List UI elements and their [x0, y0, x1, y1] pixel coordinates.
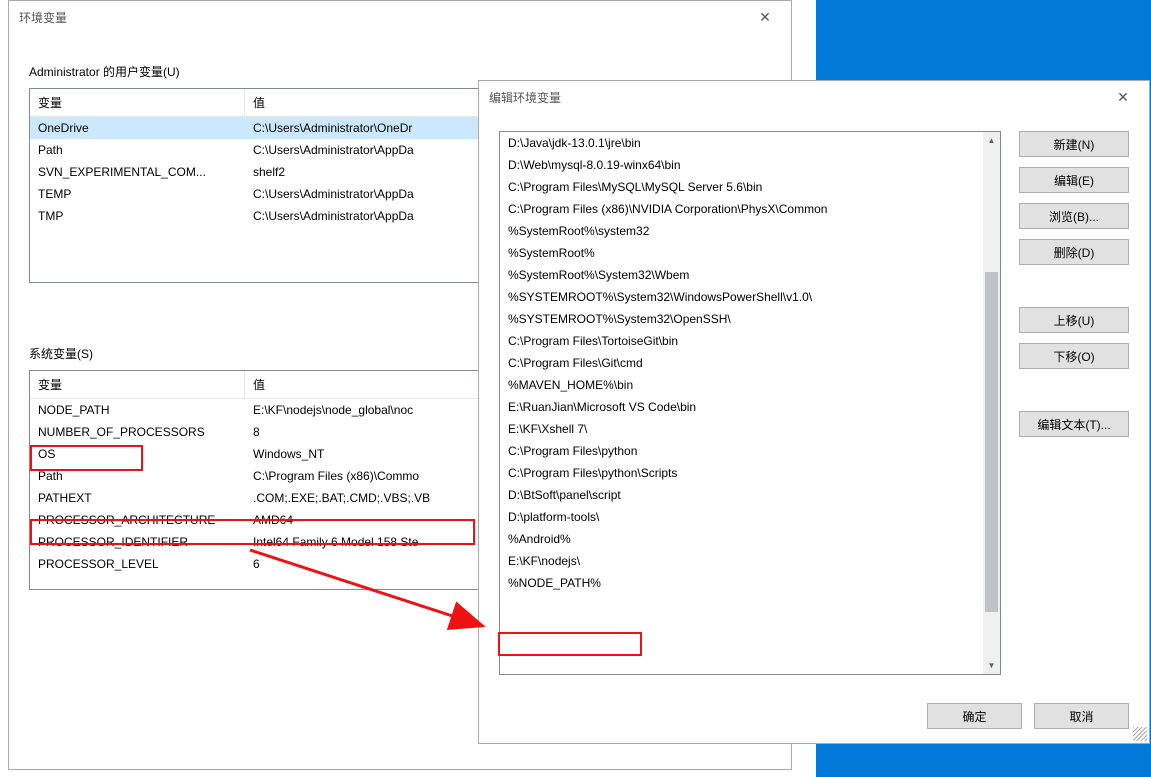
delete-button[interactable]: 删除(D) — [1019, 239, 1129, 265]
list-item[interactable]: %NODE_PATH% — [500, 572, 983, 594]
list-item[interactable]: D:\Java\jdk-13.0.1\jre\bin — [500, 132, 983, 154]
var-name: PROCESSOR_IDENTIFIER — [30, 531, 245, 553]
list-item[interactable]: %SystemRoot%\system32 — [500, 220, 983, 242]
list-item[interactable]: E:\KF\Xshell 7\ — [500, 418, 983, 440]
var-name: Path — [30, 139, 245, 161]
var-name: OneDrive — [30, 117, 245, 139]
env-titlebar[interactable]: 环境变量 ✕ — [9, 1, 791, 33]
list-item[interactable]: E:\RuanJian\Microsoft VS Code\bin — [500, 396, 983, 418]
close-icon[interactable]: ✕ — [749, 1, 781, 33]
var-name: SVN_EXPERIMENTAL_COM... — [30, 161, 245, 183]
list-item[interactable]: C:\Program Files\python\Scripts — [500, 462, 983, 484]
list-item[interactable]: %SYSTEMROOT%\System32\WindowsPowerShell\… — [500, 286, 983, 308]
list-item[interactable]: D:\platform-tools\ — [500, 506, 983, 528]
col-header-var[interactable]: 变量 — [30, 371, 245, 398]
var-name: TEMP — [30, 183, 245, 205]
env-title: 环境变量 — [19, 9, 67, 26]
ok-button[interactable]: 确定 — [927, 703, 1022, 729]
var-name: NODE_PATH — [30, 399, 245, 421]
scroll-up-icon[interactable]: ▲ — [983, 132, 1000, 149]
resize-grip-icon[interactable] — [1133, 727, 1147, 741]
edit-button[interactable]: 编辑(E) — [1019, 167, 1129, 193]
list-item[interactable]: %SystemRoot% — [500, 242, 983, 264]
list-item[interactable]: E:\KF\nodejs\ — [500, 550, 983, 572]
edit-text-button[interactable]: 编辑文本(T)... — [1019, 411, 1129, 437]
var-name: Path — [30, 465, 245, 487]
var-name: PATHEXT — [30, 487, 245, 509]
list-item[interactable]: C:\Program Files\MySQL\MySQL Server 5.6\… — [500, 176, 983, 198]
new-button[interactable]: 新建(N) — [1019, 131, 1129, 157]
edit-env-var-window: 编辑环境变量 ✕ D:\Java\jdk-13.0.1\jre\binD:\We… — [478, 80, 1150, 744]
col-header-var[interactable]: 变量 — [30, 89, 245, 116]
cancel-button[interactable]: 取消 — [1034, 703, 1129, 729]
edit-titlebar[interactable]: 编辑环境变量 ✕ — [479, 81, 1149, 113]
var-name: PROCESSOR_LEVEL — [30, 553, 245, 575]
user-vars-label: Administrator 的用户变量(U) — [29, 63, 771, 80]
scroll-thumb[interactable] — [985, 272, 998, 612]
list-item[interactable]: %Android% — [500, 528, 983, 550]
list-item[interactable]: %MAVEN_HOME%\bin — [500, 374, 983, 396]
edit-title: 编辑环境变量 — [489, 89, 561, 106]
list-item[interactable]: C:\Program Files (x86)\NVIDIA Corporatio… — [500, 198, 983, 220]
var-name: PROCESSOR_ARCHITECTURE — [30, 509, 245, 531]
move-up-button[interactable]: 上移(U) — [1019, 307, 1129, 333]
list-item[interactable]: C:\Program Files\TortoiseGit\bin — [500, 330, 983, 352]
scrollbar[interactable]: ▲ ▼ — [983, 132, 1000, 674]
list-item[interactable]: %SYSTEMROOT%\System32\OpenSSH\ — [500, 308, 983, 330]
var-name: NUMBER_OF_PROCESSORS — [30, 421, 245, 443]
scroll-down-icon[interactable]: ▼ — [983, 657, 1000, 674]
var-name: TMP — [30, 205, 245, 227]
browse-button[interactable]: 浏览(B)... — [1019, 203, 1129, 229]
move-down-button[interactable]: 下移(O) — [1019, 343, 1129, 369]
list-item[interactable]: D:\Web\mysql-8.0.19-winx64\bin — [500, 154, 983, 176]
list-item[interactable]: C:\Program Files\python — [500, 440, 983, 462]
list-item[interactable]: C:\Program Files\Git\cmd — [500, 352, 983, 374]
path-list[interactable]: D:\Java\jdk-13.0.1\jre\binD:\Web\mysql-8… — [499, 131, 1001, 675]
close-icon[interactable]: ✕ — [1107, 81, 1139, 113]
list-item[interactable]: %SystemRoot%\System32\Wbem — [500, 264, 983, 286]
list-item[interactable]: D:\BtSoft\panel\script — [500, 484, 983, 506]
var-name: OS — [30, 443, 245, 465]
